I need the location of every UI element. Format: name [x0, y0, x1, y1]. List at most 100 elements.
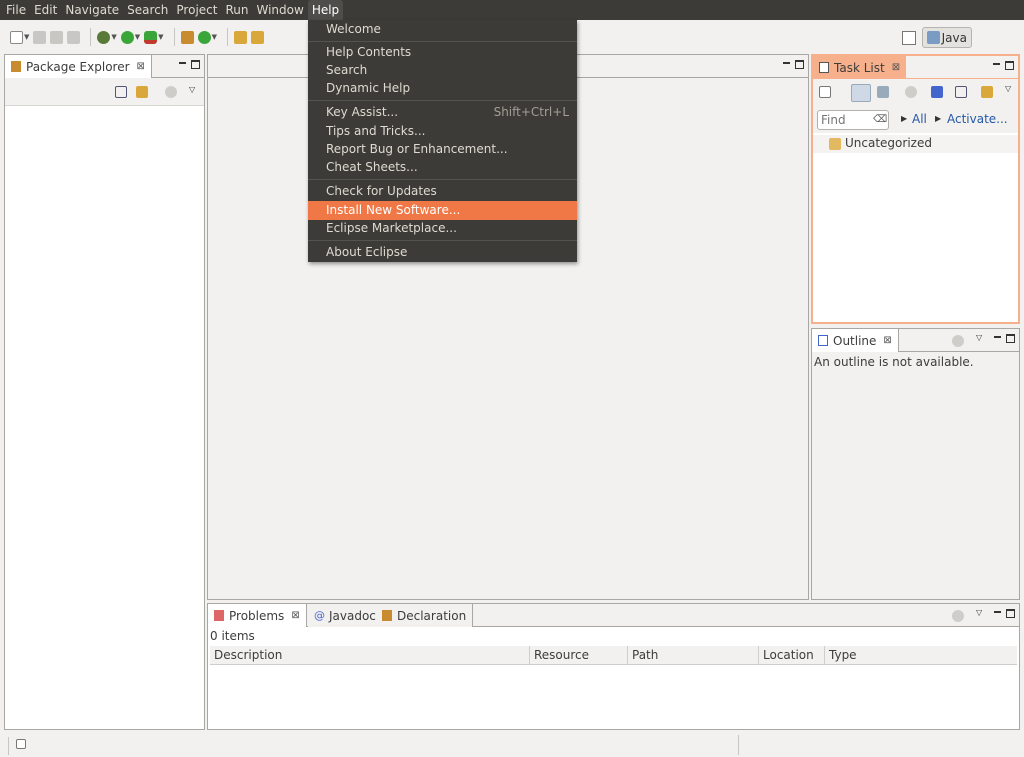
menu-item-tips-and-tricks[interactable]: Tips and Tricks...	[308, 122, 577, 141]
tab-outline[interactable]: Outline ⊠	[812, 329, 899, 352]
folder-icon	[250, 30, 264, 44]
open-perspective-icon[interactable]	[901, 30, 916, 45]
minimize-icon[interactable]	[782, 60, 791, 69]
column-location[interactable]: Location	[759, 646, 825, 665]
categorized-icon[interactable]	[851, 84, 871, 102]
menu-project[interactable]: Project	[172, 0, 221, 20]
minimize-icon[interactable]	[993, 334, 1002, 343]
activate-task-link[interactable]: Activate...	[947, 112, 1008, 126]
java-perspective-icon	[926, 31, 940, 44]
focus-on-task-icon[interactable]	[952, 610, 964, 622]
save-button[interactable]	[33, 27, 47, 47]
task-list-icon	[819, 62, 829, 73]
menu-item-label: Cheat Sheets...	[326, 160, 418, 174]
focus-on-task-icon[interactable]	[952, 335, 964, 347]
chevron-down-icon: ▼	[134, 33, 141, 41]
menu-item-check-for-updates[interactable]: Check for Updates	[308, 182, 577, 201]
menu-item-dynamic-help[interactable]: Dynamic Help	[308, 79, 577, 98]
close-icon[interactable]: ⊠	[137, 61, 145, 72]
debug-button[interactable]: ▼	[97, 27, 117, 47]
toolbar-separator	[226, 28, 228, 46]
close-icon[interactable]: ⊠	[291, 610, 299, 621]
tab-task-list[interactable]: Task List ⊠	[813, 56, 907, 79]
maximize-icon[interactable]	[1006, 609, 1015, 618]
collapse-all-icon[interactable]	[115, 86, 127, 98]
maximize-icon[interactable]	[795, 60, 804, 69]
task-list-title: Task List	[834, 60, 885, 75]
perspective-switcher: Java	[901, 27, 972, 48]
column-description[interactable]: Description	[210, 646, 530, 665]
menu-item-report-bug[interactable]: Report Bug or Enhancement...	[308, 140, 577, 159]
declaration-icon	[382, 610, 392, 621]
collapse-all-icon[interactable]	[955, 86, 967, 98]
view-menu-icon[interactable]: ▽	[189, 85, 195, 94]
menu-run[interactable]: Run	[221, 0, 252, 20]
java-perspective-button[interactable]: Java	[921, 27, 972, 48]
menu-item-cheat-sheets[interactable]: Cheat Sheets...	[308, 158, 577, 177]
menu-file[interactable]: File	[2, 0, 30, 20]
category-row[interactable]: Uncategorized	[813, 135, 1018, 153]
scheduled-icon[interactable]	[877, 86, 889, 98]
new-class-button[interactable]: ▼	[197, 27, 217, 47]
close-icon[interactable]: ⊠	[892, 62, 900, 73]
minimize-icon[interactable]	[178, 60, 187, 69]
package-explorer-header: Package Explorer ⊠	[5, 55, 204, 78]
synchronize-icon[interactable]	[981, 86, 993, 98]
menu-item-help-contents[interactable]: Help Contents	[308, 43, 577, 62]
category-folder-icon	[829, 138, 841, 150]
run-icon	[120, 30, 134, 44]
menu-item-install-new-software[interactable]: Install New Software...	[308, 201, 577, 220]
tab-package-explorer[interactable]: Package Explorer ⊠	[5, 55, 152, 78]
fast-view-icon[interactable]	[16, 739, 26, 749]
open-task-button[interactable]	[250, 27, 264, 47]
hide-completed-icon[interactable]	[931, 86, 943, 98]
column-path[interactable]: Path	[628, 646, 759, 665]
view-menu-icon[interactable]: ▽	[976, 333, 982, 342]
focus-on-task-icon[interactable]	[165, 86, 177, 98]
print-button[interactable]	[67, 27, 81, 47]
run-button[interactable]: ▼	[120, 27, 141, 47]
external-tools-button[interactable]: ▼	[144, 27, 164, 47]
view-menu-icon[interactable]: ▽	[976, 608, 982, 617]
menu-help[interactable]: Help	[307, 0, 344, 20]
tab-problems[interactable]: Problems ⊠	[208, 604, 307, 627]
menu-item-key-assist[interactable]: Key Assist... Shift+Ctrl+L	[308, 103, 577, 122]
help-menu-dropdown: Welcome Help Contents Search Dynamic Hel…	[308, 20, 577, 262]
menu-item-eclipse-marketplace[interactable]: Eclipse Marketplace...	[308, 219, 577, 238]
menu-item-label: Search	[326, 63, 368, 77]
new-button[interactable]: ▼	[10, 27, 29, 47]
menu-item-search[interactable]: Search	[308, 61, 577, 80]
problems-panel: Problems ⊠ @ Javadoc Declaration ▽ 0 ite…	[207, 603, 1020, 730]
open-type-button[interactable]	[233, 27, 247, 47]
view-menu-icon[interactable]: ▽	[1005, 84, 1011, 93]
tab-javadoc[interactable]: @ Javadoc	[308, 604, 383, 627]
maximize-icon[interactable]	[1005, 61, 1014, 70]
close-icon[interactable]: ⊠	[883, 335, 891, 346]
open-type-icon	[233, 30, 247, 44]
maximize-icon[interactable]	[1006, 334, 1015, 343]
menu-edit[interactable]: Edit	[30, 0, 61, 20]
new-java-project-button[interactable]	[180, 27, 194, 47]
menu-search[interactable]: Search	[123, 0, 172, 20]
new-task-icon[interactable]	[819, 86, 831, 98]
clear-find-icon[interactable]: ⌫	[873, 114, 887, 125]
column-type[interactable]: Type	[825, 646, 1018, 665]
menu-separator	[308, 41, 577, 42]
at-icon: @	[314, 609, 325, 622]
minimize-icon[interactable]	[993, 609, 1002, 618]
package-explorer-panel: Package Explorer ⊠ ▽	[4, 54, 205, 730]
save-all-button[interactable]	[50, 27, 64, 47]
new-class-icon	[197, 30, 211, 44]
maximize-icon[interactable]	[191, 60, 200, 69]
tab-declaration[interactable]: Declaration	[376, 604, 474, 627]
menu-navigate[interactable]: Navigate	[61, 0, 123, 20]
status-separator	[738, 735, 739, 755]
link-with-editor-icon[interactable]	[136, 86, 148, 98]
menu-item-about-eclipse[interactable]: About Eclipse	[308, 243, 577, 262]
focus-workweek-icon[interactable]	[905, 86, 917, 98]
menu-window[interactable]: Window	[252, 0, 307, 20]
menu-item-welcome[interactable]: Welcome	[308, 20, 577, 39]
column-resource[interactable]: Resource	[530, 646, 628, 665]
all-tasks-link[interactable]: All	[912, 112, 927, 126]
minimize-icon[interactable]	[992, 61, 1001, 70]
